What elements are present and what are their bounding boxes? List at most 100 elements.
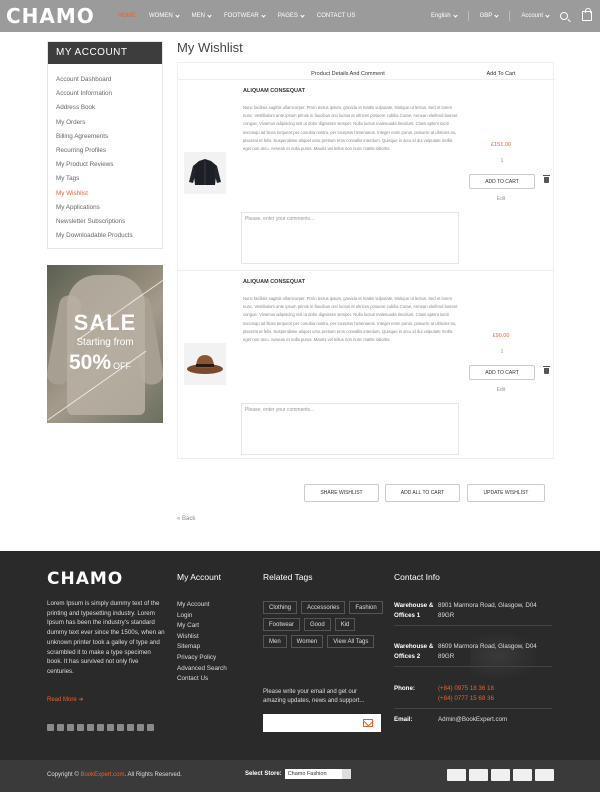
account-menu-item[interactable]: Billing Agreements [48, 130, 162, 144]
nav-footwear-label[interactable]: FOOTWEAR [224, 13, 259, 19]
account-menu-item[interactable]: Account Dashboard [48, 73, 162, 87]
hat-image[interactable] [184, 343, 226, 385]
nav-women-label[interactable]: WOMEN [149, 13, 173, 19]
chevron-down-icon [300, 12, 305, 18]
language-select[interactable]: English [431, 12, 458, 19]
footer-link[interactable]: My Account [177, 601, 227, 612]
tumblr-icon[interactable] [117, 724, 124, 731]
banner-sale-text: SALE [73, 310, 137, 335]
banner-off-text: OFF [113, 361, 132, 371]
nav-home-label[interactable]: HOME [118, 13, 136, 19]
vimeo-icon[interactable] [147, 724, 154, 731]
footer-link[interactable]: Privacy Policy [177, 654, 227, 665]
nav-contact[interactable]: CONTACT US [317, 13, 355, 19]
nav-men[interactable]: MEN [192, 12, 212, 19]
product-name[interactable]: ALIQUAM CONSEQUAT [243, 88, 305, 94]
jacket-image[interactable] [184, 152, 226, 194]
bottom-bar: Copyright © BookExpert.com. All Rights R… [0, 760, 600, 792]
divider [467, 11, 469, 21]
trash-icon[interactable] [543, 175, 550, 183]
divider [394, 625, 552, 626]
flickr-icon[interactable] [107, 724, 114, 731]
brand-link[interactable]: BookExpert.com [80, 772, 124, 778]
account-menu-item[interactable]: My Downloadable Products [48, 229, 162, 243]
account-menu-item[interactable]: My Orders [48, 116, 162, 130]
nav-home[interactable]: HOME [118, 13, 136, 19]
rss-icon[interactable] [127, 724, 134, 731]
instagram-icon[interactable] [137, 724, 144, 731]
tag[interactable]: Men [263, 635, 287, 648]
add-to-cart-button[interactable]: ADD TO CART [469, 174, 535, 189]
linkedin-icon[interactable] [77, 724, 84, 731]
site-logo[interactable]: CHAMO [6, 4, 118, 28]
nav-pages[interactable]: PAGES [278, 12, 305, 19]
pinterest-icon[interactable] [87, 724, 94, 731]
copyright-text: Copyright © [47, 772, 79, 778]
account-menu-item-active[interactable]: My Wishlist [48, 187, 162, 201]
page-title: My Wishlist [177, 40, 243, 55]
tag[interactable]: Good [304, 618, 331, 631]
nav-footwear[interactable]: FOOTWEAR [224, 12, 266, 19]
comment-textarea[interactable]: Please, enter your comments... [241, 403, 459, 455]
comment-textarea[interactable]: Please, enter your comments... [241, 212, 459, 264]
footer-link[interactable]: My Cart [177, 622, 227, 633]
quantity-input[interactable]: 1 [496, 158, 508, 164]
tag[interactable]: View All Tags [327, 635, 375, 648]
tag[interactable]: Women [290, 635, 324, 648]
footer-link[interactable]: Advanced Search [177, 665, 227, 676]
back-link[interactable]: « Back [177, 516, 195, 522]
sale-banner[interactable]: SALE Starting from 50% OFF [47, 265, 163, 423]
account-menu-item[interactable]: My Applications [48, 201, 162, 215]
add-all-to-cart-button[interactable]: ADD ALL TO CART [385, 484, 460, 502]
nav-pages-label[interactable]: PAGES [278, 13, 298, 19]
account-menu-item[interactable]: Recurring Profiles [48, 144, 162, 158]
account-menu-item[interactable]: Account Information [48, 87, 162, 101]
google-plus-icon[interactable] [67, 724, 74, 731]
product-name[interactable]: ALIQUAM CONSEQUAT [243, 279, 305, 285]
edit-link[interactable]: Edit [468, 196, 534, 202]
currency-label: GBP [479, 13, 493, 19]
read-more-link[interactable]: Read More ➜ [47, 696, 83, 703]
footer-link[interactable]: Contact Us [177, 675, 227, 686]
youtube-icon[interactable] [97, 724, 104, 731]
account-menu-item[interactable]: My Tags [48, 172, 162, 186]
footer-link[interactable]: Wishlist [177, 633, 227, 644]
cart-bag-icon[interactable] [582, 8, 592, 21]
footer-logo[interactable]: CHAMO [47, 569, 123, 589]
trash-icon[interactable] [543, 366, 550, 374]
footer-link[interactable]: Login [177, 612, 227, 623]
account-menu-item[interactable]: Newsletter Subscriptions [48, 215, 162, 229]
store-select[interactable]: Chamo Fashion [284, 769, 351, 779]
account-menu-item[interactable]: My Product Reviews [48, 158, 162, 172]
nav-contact-label[interactable]: CONTACT US [317, 13, 355, 19]
envelope-icon[interactable] [363, 719, 373, 727]
footer-about: Lorem Ipsum is simply dummy text of the … [47, 600, 165, 675]
tag[interactable]: Accessories [301, 601, 346, 614]
add-to-cart-button[interactable]: ADD TO CART [469, 365, 535, 380]
tag[interactable]: Footwear [263, 618, 301, 631]
tag[interactable]: Fashion [349, 601, 383, 614]
share-wishlist-button[interactable]: SHARE WISHLIST [304, 484, 379, 502]
footer-link[interactable]: Sitemap [177, 643, 227, 654]
site-header: CHAMO HOME WOMEN MEN FOOTWEAR PAGES CONT… [0, 0, 600, 32]
facebook-icon[interactable] [47, 724, 54, 731]
edit-link[interactable]: Edit [468, 387, 534, 393]
search-icon[interactable] [560, 12, 568, 20]
product-price: £151.00 [491, 142, 511, 148]
nav-men-label[interactable]: MEN [192, 13, 205, 19]
tag[interactable]: Kid [334, 618, 356, 631]
newsletter-email-input[interactable] [263, 714, 381, 732]
product-price: £90.00 [492, 333, 510, 339]
account-menu[interactable]: Account [521, 12, 550, 19]
contact-email[interactable]: Admin@BookExpert.com [438, 715, 507, 725]
tag[interactable]: Clothing [263, 601, 298, 614]
nav-women[interactable]: WOMEN [149, 12, 180, 19]
site-footer: CHAMO Lorem Ipsum is simply dummy text o… [0, 551, 600, 760]
twitter-icon[interactable] [57, 724, 64, 731]
currency-select[interactable]: GBP [479, 12, 499, 19]
update-wishlist-button[interactable]: UPDATE WISHLIST [467, 484, 545, 502]
contact-label: Warehouse & Offices 2 [394, 643, 434, 660]
contact-phone[interactable]: (+84) 0975 18 36 18 (+84) 0777 15 68 36 [438, 684, 553, 703]
quantity-input[interactable]: 1 [496, 349, 508, 355]
account-menu-item[interactable]: Address Book [48, 101, 162, 115]
